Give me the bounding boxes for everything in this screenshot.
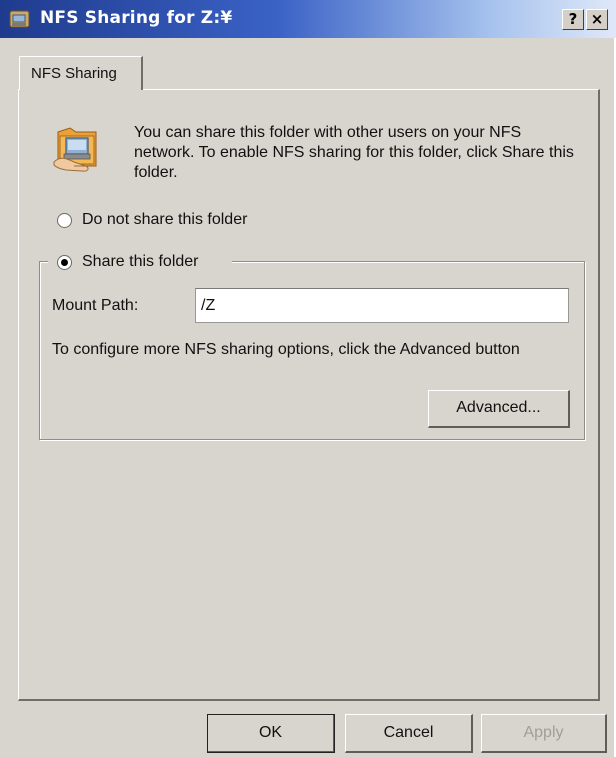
- tab-nfs-sharing[interactable]: NFS Sharing: [19, 56, 143, 90]
- advanced-button[interactable]: Advanced...: [428, 390, 570, 428]
- nfs-sharing-dialog: NFS Sharing for Z:¥ ? × NFS Sharing You …: [0, 0, 616, 757]
- window-title: NFS Sharing for Z:¥: [40, 8, 233, 28]
- share-this-folder-label[interactable]: Share this folder: [82, 253, 199, 271]
- ok-button[interactable]: OK: [207, 714, 335, 753]
- do-not-share-label[interactable]: Do not share this folder: [82, 211, 247, 229]
- description-text: You can share this folder with other use…: [134, 124, 574, 181]
- mount-path-label: Mount Path:: [52, 297, 139, 314]
- apply-button[interactable]: Apply: [481, 714, 607, 753]
- help-button[interactable]: ?: [562, 9, 584, 30]
- close-button[interactable]: ×: [586, 9, 608, 30]
- mount-path-input[interactable]: [195, 288, 569, 323]
- tab-label: NFS Sharing: [31, 65, 117, 82]
- do-not-share-radio[interactable]: [57, 213, 72, 228]
- title-bar[interactable]: NFS Sharing for Z:¥ ? ×: [0, 0, 616, 38]
- configure-hint-text: To configure more NFS sharing options, c…: [52, 341, 520, 358]
- app-icon: [9, 10, 30, 28]
- cancel-button[interactable]: Cancel: [345, 714, 473, 753]
- shared-folder-icon: [53, 127, 97, 172]
- share-this-folder-radio[interactable]: [57, 255, 72, 270]
